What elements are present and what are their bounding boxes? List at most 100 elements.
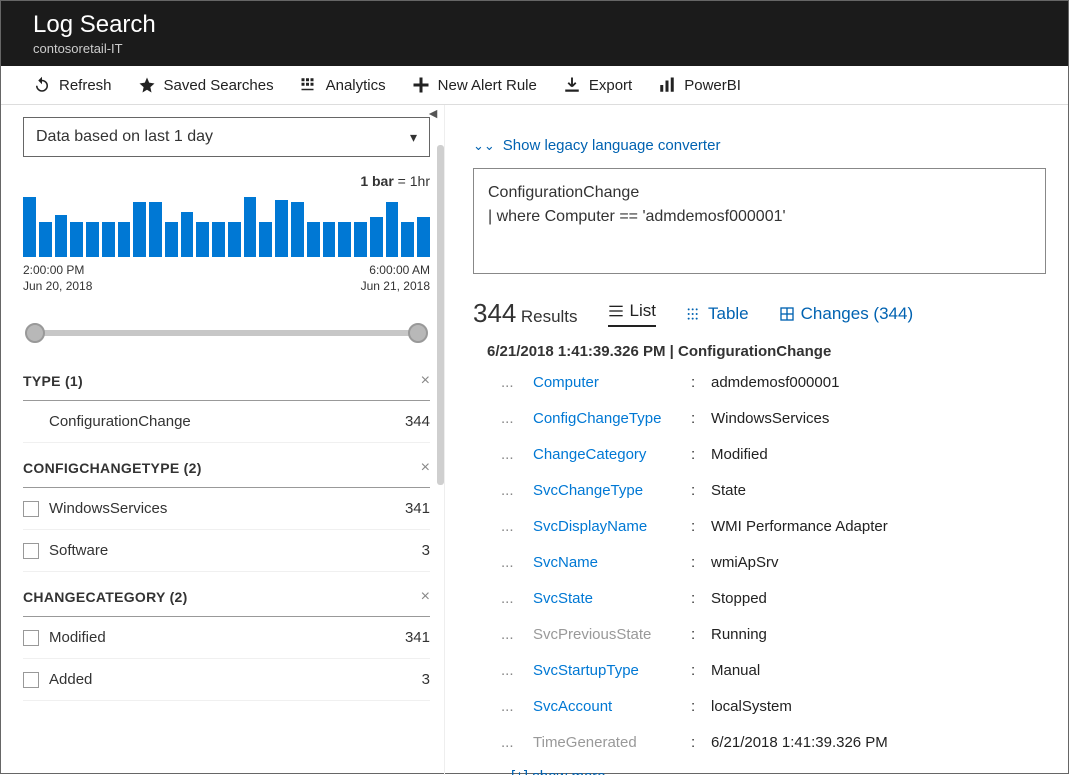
field-key[interactable]: ConfigChangeType bbox=[533, 404, 683, 434]
histogram-bar[interactable] bbox=[370, 217, 383, 257]
histogram-bar[interactable] bbox=[291, 202, 304, 257]
histogram-bar[interactable] bbox=[102, 222, 115, 257]
histogram-bar[interactable] bbox=[165, 222, 178, 257]
field-actions[interactable]: ... bbox=[501, 476, 525, 506]
histogram-bar[interactable] bbox=[401, 222, 414, 257]
field-key[interactable]: SvcAccount bbox=[533, 692, 683, 722]
checkbox[interactable] bbox=[23, 630, 39, 646]
export-button[interactable]: Export bbox=[563, 76, 632, 94]
facet-row-label: ConfigurationChange bbox=[23, 413, 191, 430]
histogram-bar[interactable] bbox=[181, 212, 194, 257]
histogram-bar[interactable] bbox=[259, 222, 272, 257]
time-slider[interactable] bbox=[23, 318, 430, 348]
histogram-bar[interactable] bbox=[23, 197, 36, 257]
histogram-chart[interactable] bbox=[23, 195, 430, 257]
histogram-bar[interactable] bbox=[228, 222, 241, 257]
field-actions[interactable]: ... bbox=[501, 620, 525, 650]
slider-handle-right[interactable] bbox=[408, 323, 428, 343]
field-actions[interactable]: ... bbox=[501, 584, 525, 614]
histogram-bar[interactable] bbox=[196, 222, 209, 257]
saved-searches-button[interactable]: Saved Searches bbox=[138, 76, 274, 94]
slider-handle-left[interactable] bbox=[25, 323, 45, 343]
field-sep: : bbox=[691, 512, 703, 542]
field-actions[interactable]: ... bbox=[501, 440, 525, 470]
field-key[interactable]: SvcDisplayName bbox=[533, 512, 683, 542]
legacy-label: Show legacy language converter bbox=[503, 137, 721, 154]
field-key[interactable]: SvcStartupType bbox=[533, 656, 683, 686]
export-label: Export bbox=[589, 77, 632, 94]
field-value: 6/21/2018 1:41:39.326 PM bbox=[711, 728, 1046, 758]
plus-icon bbox=[412, 76, 430, 94]
export-icon bbox=[563, 76, 581, 94]
powerbi-button[interactable]: PowerBI bbox=[658, 76, 741, 94]
tab-changes[interactable]: Changes (344) bbox=[779, 304, 913, 324]
axis-end-date: Jun 21, 2018 bbox=[361, 279, 430, 295]
histogram-bar[interactable] bbox=[386, 202, 399, 257]
facet-row[interactable]: ConfigurationChange344 bbox=[23, 401, 430, 443]
collapse-panel-caret[interactable]: ◄ bbox=[426, 105, 440, 121]
histogram-bar[interactable] bbox=[354, 222, 367, 257]
new-alert-label: New Alert Rule bbox=[438, 77, 537, 94]
field-actions[interactable]: ... bbox=[501, 656, 525, 686]
field-key[interactable]: ChangeCategory bbox=[533, 440, 683, 470]
checkbox[interactable] bbox=[23, 501, 39, 517]
facet-label-text: Software bbox=[49, 542, 108, 559]
field-sep: : bbox=[691, 656, 703, 686]
powerbi-icon bbox=[658, 76, 676, 94]
list-icon bbox=[608, 303, 624, 319]
histogram-bar[interactable] bbox=[244, 197, 257, 257]
analytics-button[interactable]: Analytics bbox=[300, 76, 386, 94]
analytics-icon bbox=[300, 76, 318, 94]
facet-row[interactable]: WindowsServices341 bbox=[23, 488, 430, 530]
field-key[interactable]: SvcState bbox=[533, 584, 683, 614]
histogram-bar[interactable] bbox=[133, 202, 146, 257]
histogram-bar[interactable] bbox=[275, 200, 288, 257]
tab-table[interactable]: Table bbox=[686, 304, 749, 324]
checkbox[interactable] bbox=[23, 672, 39, 688]
histogram-bar[interactable] bbox=[212, 222, 225, 257]
new-alert-button[interactable]: New Alert Rule bbox=[412, 76, 537, 94]
facet-row-label: WindowsServices bbox=[23, 500, 167, 517]
histogram-bar[interactable] bbox=[323, 222, 336, 257]
histogram-bar[interactable] bbox=[55, 215, 68, 257]
histogram-bar[interactable] bbox=[86, 222, 99, 257]
facet-row[interactable]: Software3 bbox=[23, 530, 430, 572]
axis-end-time: 6:00:00 AM bbox=[361, 263, 430, 279]
histogram-bar[interactable] bbox=[118, 222, 131, 257]
close-icon[interactable]: × bbox=[421, 372, 430, 390]
field-actions[interactable]: ... bbox=[501, 548, 525, 578]
histogram-bar[interactable] bbox=[149, 202, 162, 257]
field-actions[interactable]: ... bbox=[501, 692, 525, 722]
field-actions[interactable]: ... bbox=[501, 368, 525, 398]
refresh-button[interactable]: Refresh bbox=[33, 76, 112, 94]
legacy-converter-toggle[interactable]: ⌄⌄ Show legacy language converter bbox=[473, 137, 1046, 154]
field-key[interactable]: SvcName bbox=[533, 548, 683, 578]
field-actions[interactable]: ... bbox=[501, 404, 525, 434]
histogram-bar[interactable] bbox=[307, 222, 320, 257]
field-sep: : bbox=[691, 440, 703, 470]
field-actions[interactable]: ... bbox=[501, 728, 525, 758]
chart-axis: 2:00:00 PM Jun 20, 2018 6:00:00 AM Jun 2… bbox=[23, 263, 430, 294]
histogram-bar[interactable] bbox=[417, 217, 430, 257]
axis-start-time: 2:00:00 PM bbox=[23, 263, 92, 279]
tab-list[interactable]: List bbox=[608, 301, 656, 327]
facet-row[interactable]: Modified341 bbox=[23, 617, 430, 659]
field-key[interactable]: Computer bbox=[533, 368, 683, 398]
histogram-bar[interactable] bbox=[39, 222, 52, 257]
close-icon[interactable]: × bbox=[421, 588, 430, 606]
histogram-bar[interactable] bbox=[338, 222, 351, 257]
results-bar: 344 Results List Table Changes (344) bbox=[473, 298, 1046, 329]
field-sep: : bbox=[691, 728, 703, 758]
page-title: Log Search bbox=[33, 11, 1050, 39]
query-editor[interactable]: ConfigurationChange | where Computer == … bbox=[473, 168, 1046, 274]
close-icon[interactable]: × bbox=[421, 459, 430, 477]
table-icon bbox=[686, 306, 702, 322]
histogram-bar[interactable] bbox=[70, 222, 83, 257]
facet-row[interactable]: Added3 bbox=[23, 659, 430, 701]
field-key[interactable]: SvcChangeType bbox=[533, 476, 683, 506]
time-range-dropdown[interactable]: Data based on last 1 day ▾ bbox=[23, 117, 430, 157]
field-actions[interactable]: ... bbox=[501, 512, 525, 542]
checkbox[interactable] bbox=[23, 543, 39, 559]
facet-group: CHANGECATEGORY (2)×Modified341Added3 bbox=[23, 582, 430, 701]
scrollbar[interactable] bbox=[437, 145, 444, 485]
